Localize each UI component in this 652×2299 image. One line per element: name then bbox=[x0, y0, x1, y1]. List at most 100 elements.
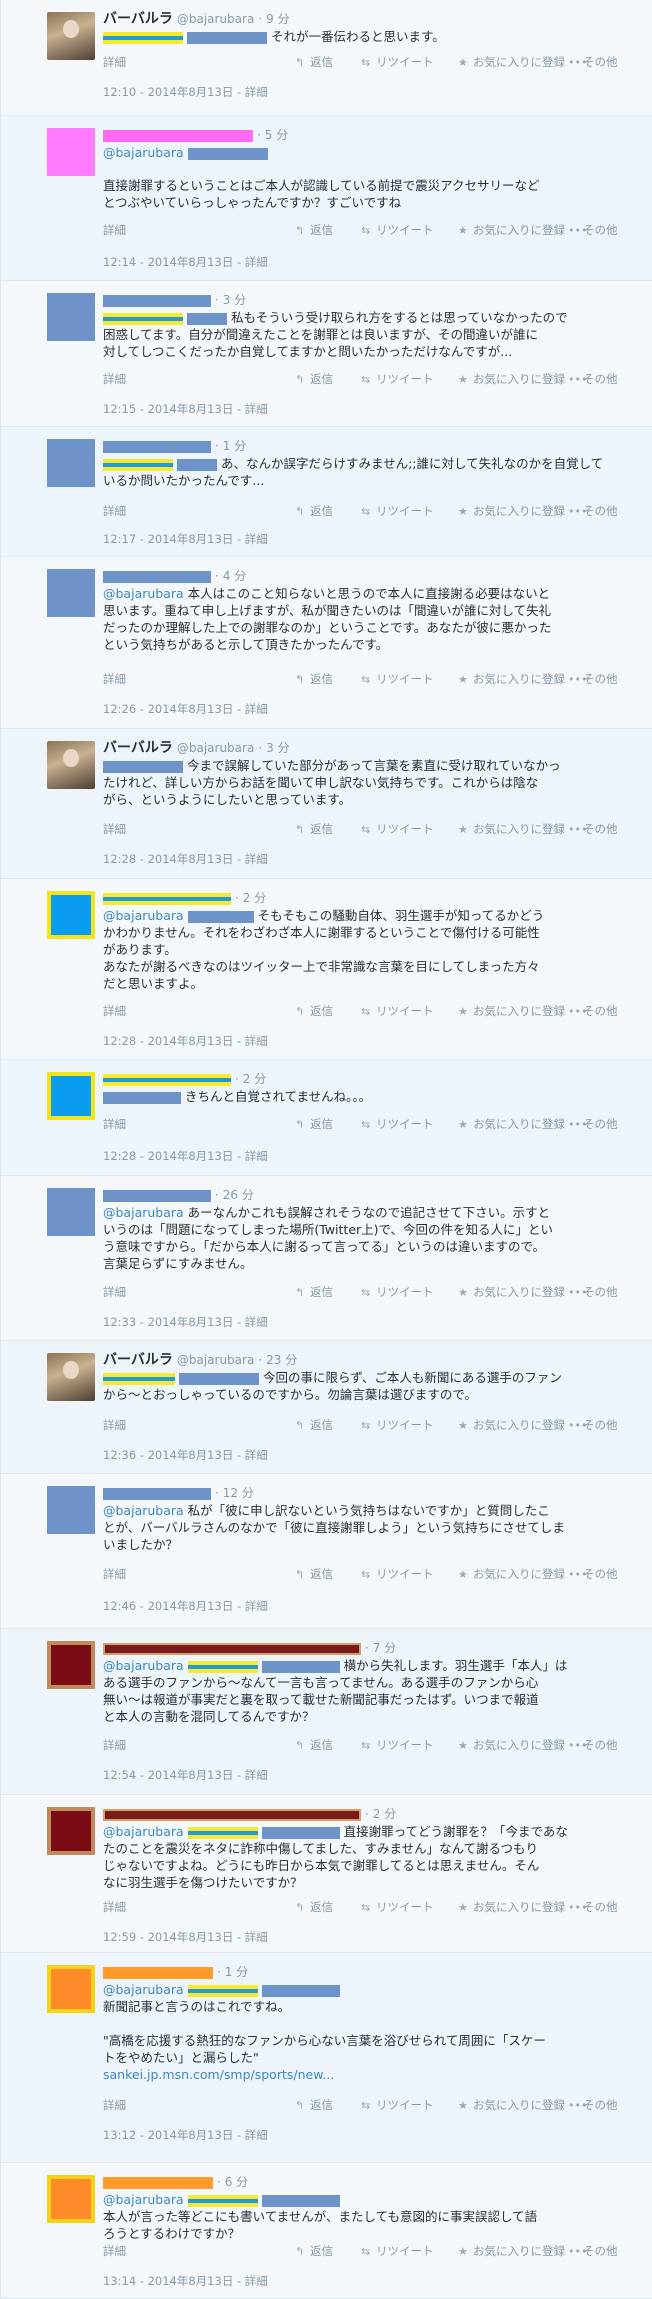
timestamp-value[interactable]: 12:10 - 2014年8月13日 bbox=[103, 85, 233, 99]
tweet-age[interactable]: 7 分 bbox=[373, 1641, 396, 1655]
timestamp-value[interactable]: 12:15 - 2014年8月13日 bbox=[103, 402, 233, 416]
user-handle[interactable]: @bajarubara bbox=[177, 12, 254, 26]
detail-link[interactable]: 詳細 bbox=[245, 2274, 268, 2288]
favorite-button[interactable]: ★ お気に入りに登録 bbox=[458, 1284, 565, 1300]
detail-link[interactable]: 詳細 bbox=[245, 1315, 268, 1329]
more-button[interactable]: •••その他 bbox=[568, 821, 618, 837]
more-button[interactable]: •••その他 bbox=[568, 222, 618, 238]
retweet-button[interactable]: ⇆ リツイート bbox=[361, 503, 434, 519]
retweet-button[interactable]: ⇆ リツイート bbox=[361, 671, 434, 687]
detail-link[interactable]: 詳細 bbox=[245, 702, 268, 716]
timestamp-value[interactable]: 12:28 - 2014年8月13日 bbox=[103, 852, 233, 866]
tweet-age[interactable]: 12 分 bbox=[223, 1486, 254, 1500]
more-button[interactable]: •••その他 bbox=[568, 371, 618, 387]
favorite-button[interactable]: ★ お気に入りに登録 bbox=[458, 371, 565, 387]
avatar[interactable] bbox=[47, 293, 95, 341]
retweet-button[interactable]: ⇆ リツイート bbox=[361, 1566, 434, 1582]
detail-link[interactable]: 詳細 bbox=[245, 255, 268, 269]
more-button[interactable]: •••その他 bbox=[568, 1417, 618, 1433]
retweet-button[interactable]: ⇆ リツイート bbox=[361, 222, 434, 238]
more-button[interactable]: •••その他 bbox=[568, 1899, 618, 1915]
more-button[interactable]: •••その他 bbox=[568, 1284, 618, 1300]
mention-link[interactable]: @bajarubara bbox=[103, 586, 184, 601]
timestamp-value[interactable]: 12:26 - 2014年8月13日 bbox=[103, 702, 233, 716]
avatar[interactable] bbox=[47, 439, 95, 487]
detail-link[interactable]: 詳細 bbox=[245, 1034, 268, 1048]
favorite-button[interactable]: ★ お気に入りに登録 bbox=[458, 671, 565, 687]
detail-link[interactable]: 詳細 bbox=[103, 1899, 126, 1915]
timestamp-value[interactable]: 13:14 - 2014年8月13日 bbox=[103, 2274, 233, 2288]
retweet-button[interactable]: ⇆ リツイート bbox=[361, 1899, 434, 1915]
mention-link[interactable]: @bajarubara bbox=[103, 2192, 184, 2207]
reply-button[interactable]: ↰ 返信 bbox=[295, 1417, 333, 1433]
tweet-age[interactable]: 3 分 bbox=[223, 293, 246, 307]
timestamp-value[interactable]: 12:36 - 2014年8月13日 bbox=[103, 1448, 233, 1462]
favorite-button[interactable]: ★ お気に入りに登録 bbox=[458, 1566, 565, 1582]
avatar[interactable] bbox=[47, 569, 95, 617]
timestamp-value[interactable]: 12:28 - 2014年8月13日 bbox=[103, 1034, 233, 1048]
mention-link[interactable]: @bajarubara bbox=[103, 1824, 184, 1839]
reply-button[interactable]: ↰ 返信 bbox=[295, 821, 333, 837]
detail-link[interactable]: 詳細 bbox=[245, 402, 268, 416]
detail-link[interactable]: 詳細 bbox=[103, 1284, 126, 1300]
reply-button[interactable]: ↰ 返信 bbox=[295, 1899, 333, 1915]
retweet-button[interactable]: ⇆ リツイート bbox=[361, 54, 434, 70]
user-name[interactable]: バーバルラ bbox=[103, 1352, 173, 1368]
favorite-button[interactable]: ★ お気に入りに登録 bbox=[458, 1417, 565, 1433]
detail-link[interactable]: 詳細 bbox=[103, 2243, 126, 2259]
reply-button[interactable]: ↰ 返信 bbox=[295, 1737, 333, 1753]
reply-button[interactable]: ↰ 返信 bbox=[295, 1116, 333, 1132]
avatar[interactable] bbox=[47, 12, 95, 60]
avatar[interactable] bbox=[47, 2175, 95, 2223]
favorite-button[interactable]: ★ お気に入りに登録 bbox=[458, 1003, 565, 1019]
more-button[interactable]: •••その他 bbox=[568, 1116, 618, 1132]
favorite-button[interactable]: ★ お気に入りに登録 bbox=[458, 1116, 565, 1132]
tweet-age[interactable]: 2 分 bbox=[373, 1807, 396, 1821]
detail-link[interactable]: 詳細 bbox=[103, 1566, 126, 1582]
tweet-age[interactable]: 4 分 bbox=[223, 569, 246, 583]
more-button[interactable]: •••その他 bbox=[568, 1737, 618, 1753]
timestamp-value[interactable]: 12:46 - 2014年8月13日 bbox=[103, 1599, 233, 1613]
mention-link[interactable]: @bajarubara bbox=[103, 145, 184, 160]
tweet-age[interactable]: 23 分 bbox=[266, 1353, 297, 1367]
favorite-button[interactable]: ★ お気に入りに登録 bbox=[458, 2243, 565, 2259]
timestamp-value[interactable]: 12:59 - 2014年8月13日 bbox=[103, 1930, 233, 1944]
reply-button[interactable]: ↰ 返信 bbox=[295, 1566, 333, 1582]
tweet-age[interactable]: 1 分 bbox=[225, 1965, 248, 1979]
detail-link[interactable]: 詳細 bbox=[103, 222, 126, 238]
mention-link[interactable]: @bajarubara bbox=[103, 1205, 184, 1220]
retweet-button[interactable]: ⇆ リツイート bbox=[361, 1003, 434, 1019]
user-handle[interactable]: @bajarubara bbox=[177, 1353, 254, 1367]
retweet-button[interactable]: ⇆ リツイート bbox=[361, 1737, 434, 1753]
retweet-button[interactable]: ⇆ リツイート bbox=[361, 1116, 434, 1132]
user-name[interactable]: バーバルラ bbox=[103, 740, 173, 756]
timestamp-value[interactable]: 12:17 - 2014年8月13日 bbox=[103, 532, 233, 546]
detail-link[interactable]: 詳細 bbox=[103, 821, 126, 837]
mention-link[interactable]: @bajarubara bbox=[103, 1982, 184, 1997]
reply-button[interactable]: ↰ 返信 bbox=[295, 54, 333, 70]
detail-link[interactable]: 詳細 bbox=[103, 54, 126, 70]
detail-link[interactable]: 詳細 bbox=[103, 503, 126, 519]
retweet-button[interactable]: ⇆ リツイート bbox=[361, 2097, 434, 2113]
avatar[interactable] bbox=[47, 741, 95, 789]
tweet-age[interactable]: 3 分 bbox=[266, 741, 289, 755]
favorite-button[interactable]: ★ お気に入りに登録 bbox=[458, 821, 565, 837]
tweet-age[interactable]: 2 分 bbox=[243, 1072, 266, 1086]
user-name[interactable]: バーバルラ bbox=[103, 11, 173, 27]
detail-link[interactable]: 詳細 bbox=[245, 2128, 268, 2142]
more-button[interactable]: •••その他 bbox=[568, 671, 618, 687]
timestamp-value[interactable]: 12:14 - 2014年8月13日 bbox=[103, 255, 233, 269]
more-button[interactable]: •••その他 bbox=[568, 1003, 618, 1019]
more-button[interactable]: •••その他 bbox=[568, 2243, 618, 2259]
tweet-age[interactable]: 5 分 bbox=[265, 128, 288, 142]
reply-button[interactable]: ↰ 返信 bbox=[295, 2097, 333, 2113]
avatar[interactable] bbox=[47, 1965, 95, 2013]
tweet-age[interactable]: 1 分 bbox=[223, 439, 246, 453]
tweet-age[interactable]: 6 分 bbox=[225, 2175, 248, 2189]
more-button[interactable]: •••その他 bbox=[568, 1566, 618, 1582]
reply-button[interactable]: ↰ 返信 bbox=[295, 503, 333, 519]
avatar[interactable] bbox=[47, 1486, 95, 1534]
avatar[interactable] bbox=[47, 1072, 95, 1120]
detail-link[interactable]: 詳細 bbox=[103, 2097, 126, 2113]
timestamp-value[interactable]: 12:33 - 2014年8月13日 bbox=[103, 1315, 233, 1329]
